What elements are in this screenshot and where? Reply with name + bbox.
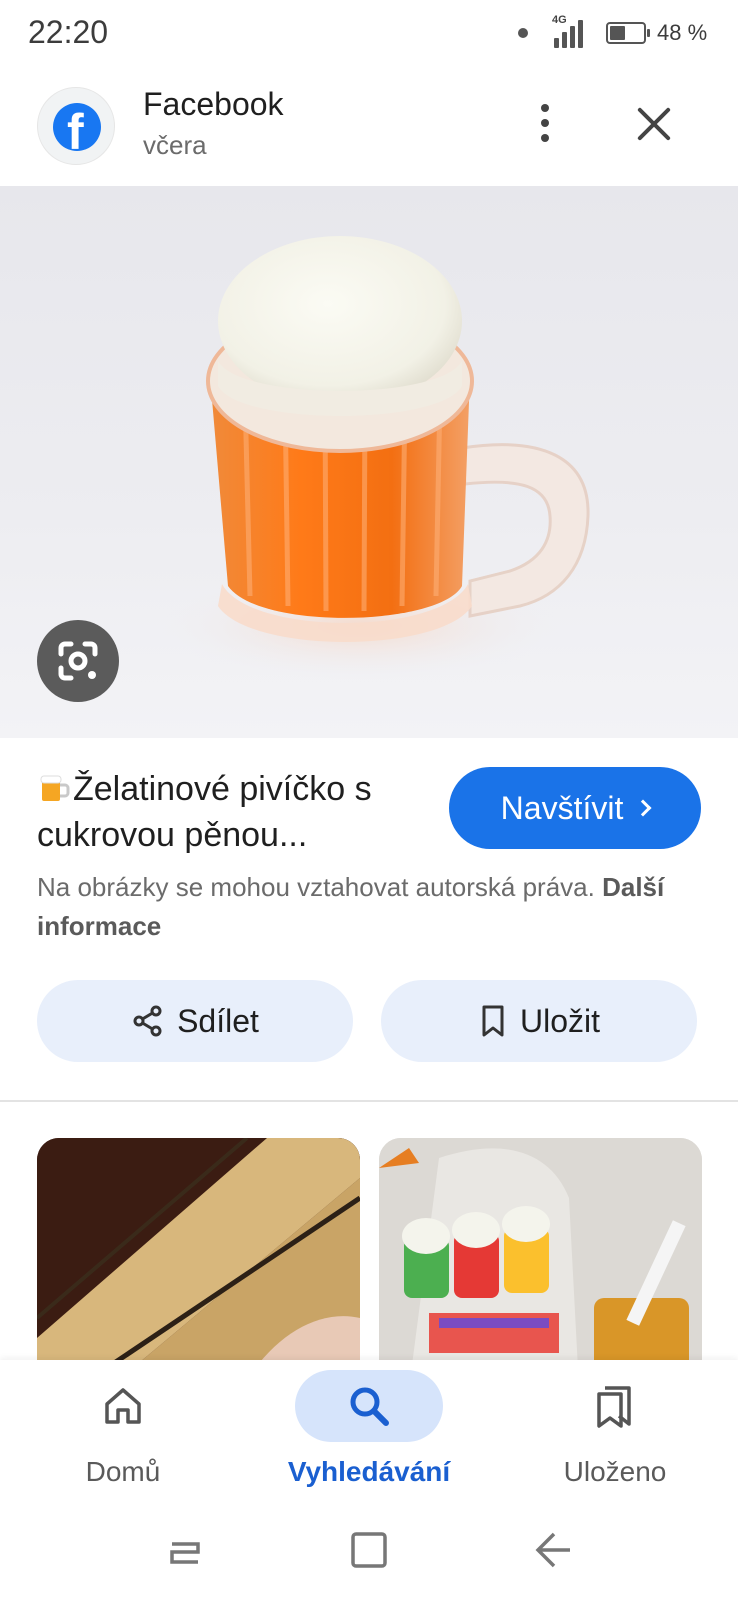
recents-icon[interactable]: [162, 1526, 210, 1574]
nav-search[interactable]: Vyhledávání: [246, 1360, 492, 1500]
share-button[interactable]: Sdílet: [37, 980, 353, 1062]
nav-saved-label: Uloženo: [563, 1456, 667, 1487]
battery-percent: 48 %: [657, 20, 708, 45]
copyright-text: Na obrázky se mohou vztahovat autorská p…: [37, 872, 595, 902]
visit-label: Navštívit: [500, 789, 624, 826]
save-label: Uložit: [519, 1002, 600, 1039]
chevron-right-icon: [634, 799, 652, 817]
more-vert-icon[interactable]: [525, 98, 565, 148]
beer-mug-emoji-icon: [40, 775, 70, 801]
home-square-icon[interactable]: [345, 1526, 393, 1574]
bookmark-icon: [482, 1005, 504, 1037]
related-image-1[interactable]: [37, 1138, 360, 1398]
signal-icon: 4G: [552, 14, 592, 48]
divider: [0, 1100, 738, 1102]
back-icon[interactable]: [528, 1526, 576, 1574]
home-icon: [49, 1370, 197, 1442]
status-bar: 22:20 4G 48 %: [0, 0, 738, 68]
share-label: Sdílet: [177, 1002, 259, 1039]
notification-dot-icon: [518, 28, 528, 38]
source-title[interactable]: Facebook: [143, 86, 284, 123]
nav-home[interactable]: Domů: [0, 1360, 246, 1500]
network-type: 4G: [552, 14, 567, 26]
share-icon: [133, 1005, 162, 1037]
nav-search-label: Vyhledávání: [287, 1456, 451, 1487]
source-date: včera: [143, 130, 207, 160]
search-icon: [295, 1370, 443, 1442]
result-title-text: Želatinové pivíčko s cukrovou pěnou...: [37, 770, 372, 854]
save-button[interactable]: Uložit: [381, 980, 697, 1062]
related-image-2[interactable]: [379, 1138, 702, 1398]
status-time: 22:20: [28, 14, 109, 50]
result-title[interactable]: Želatinové pivíčko s cukrovou pěnou...: [37, 766, 427, 858]
facebook-logo-icon[interactable]: f: [37, 87, 115, 165]
bottom-navigation: Domů Vyhledávání Uloženo: [0, 1360, 738, 1500]
google-lens-icon[interactable]: [37, 620, 119, 702]
system-navigation: [0, 1500, 738, 1600]
visit-button[interactable]: Navštívit: [449, 767, 701, 849]
nav-saved[interactable]: Uloženo: [492, 1360, 738, 1500]
main-image[interactable]: [0, 186, 738, 738]
battery-icon: [606, 22, 650, 44]
bookmarks-icon: [541, 1370, 689, 1442]
close-icon[interactable]: [632, 102, 676, 146]
source-header: f Facebook včera: [0, 68, 738, 186]
copyright-notice: Na obrázky se mohou vztahovat autorská p…: [37, 868, 707, 946]
nav-home-label: Domů: [85, 1456, 161, 1487]
